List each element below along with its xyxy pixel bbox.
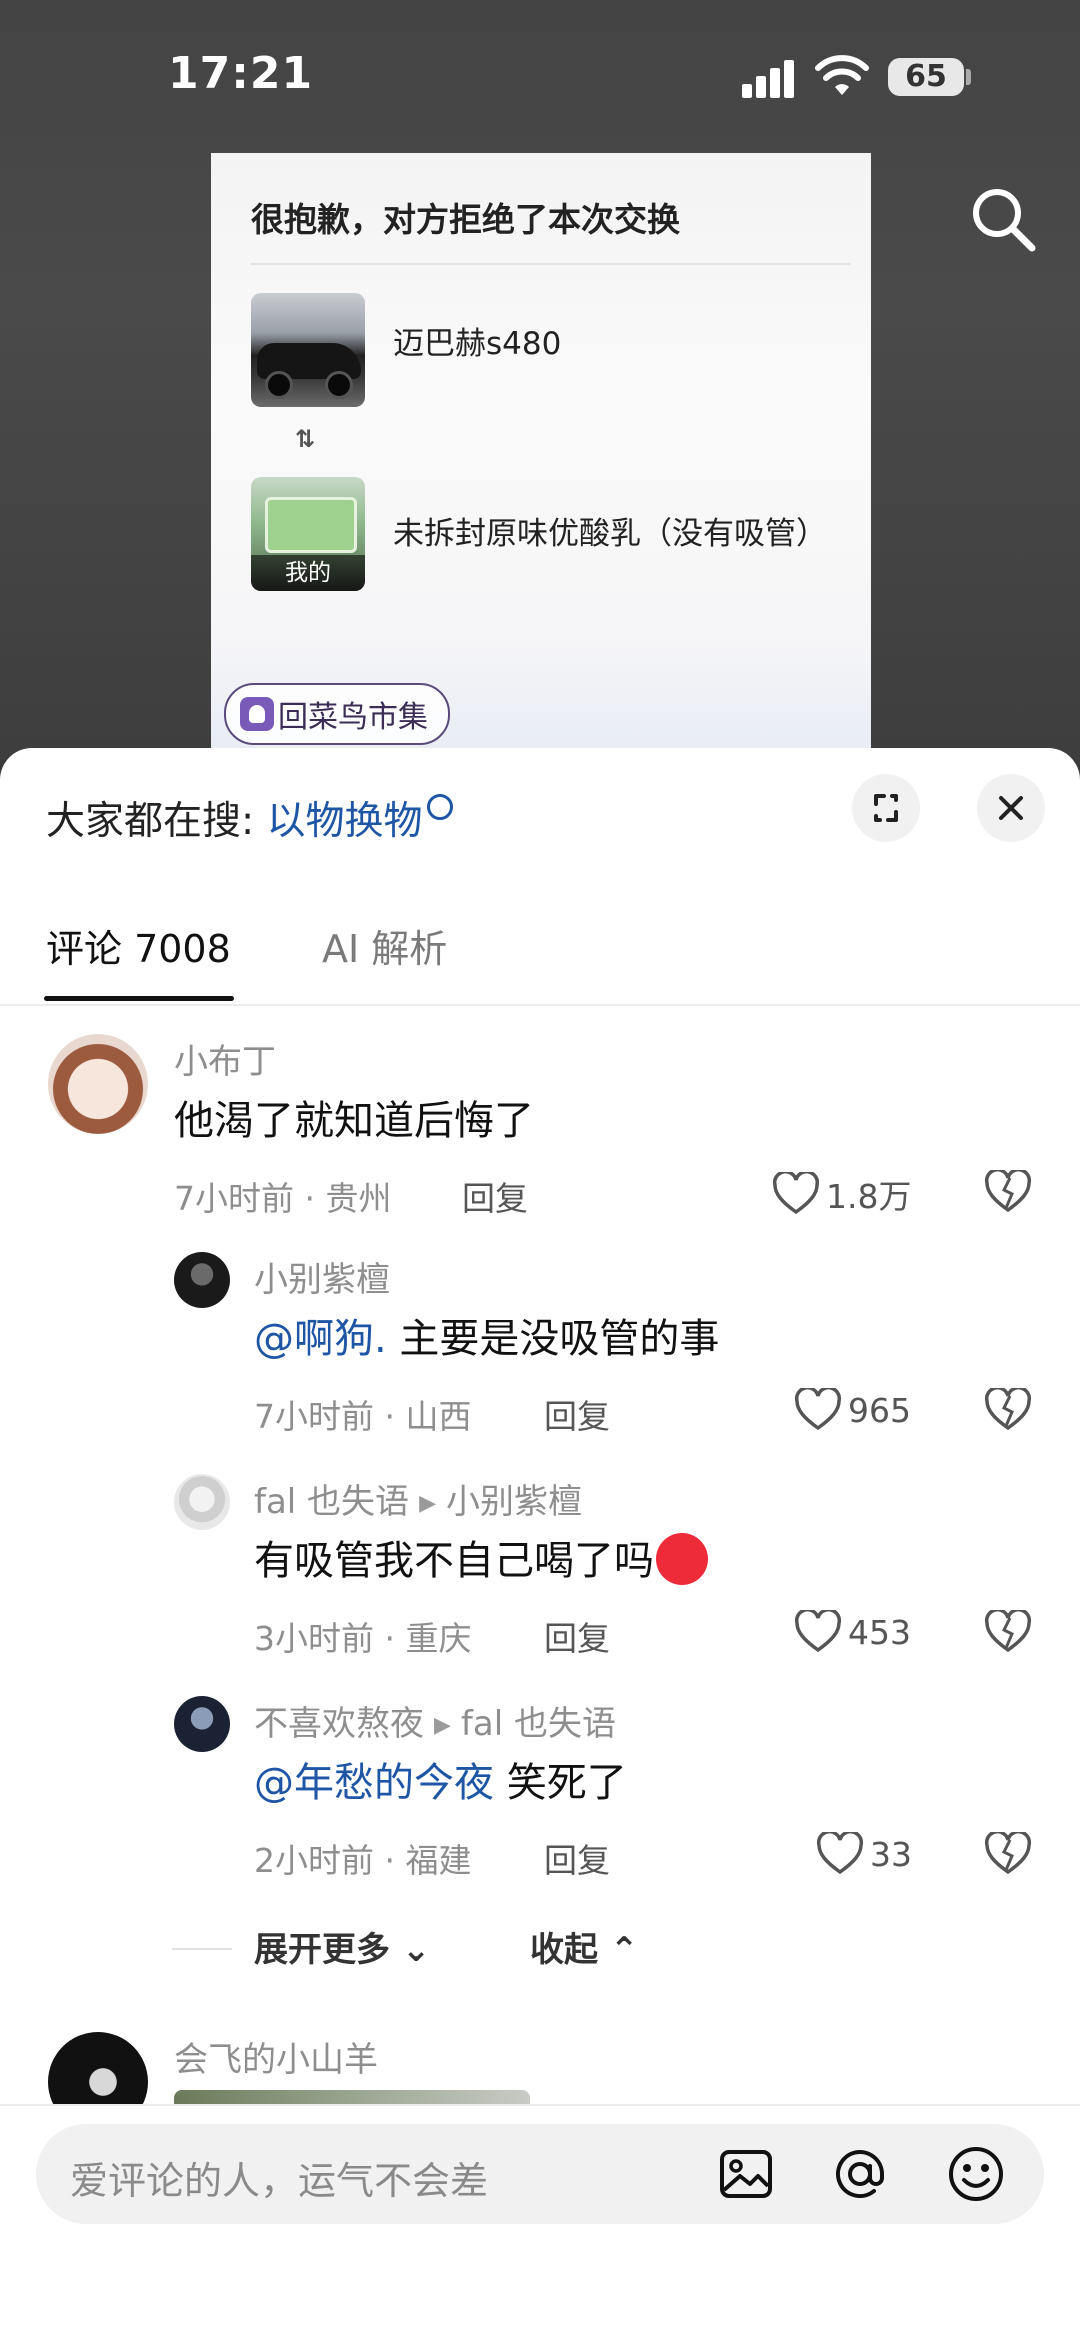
wifi-icon <box>815 55 869 95</box>
image-icon[interactable] <box>716 2144 776 2204</box>
suggestion-prefix: 大家都在搜: <box>46 799 255 844</box>
video-background[interactable]: 17:21 65 很抱歉，对方拒绝了本次交换 迈巴赫s480 ⇅ 我的 未拆封原… <box>0 0 1080 760</box>
divider <box>172 1948 232 1950</box>
exchange-result-title: 很抱歉，对方拒绝了本次交换 <box>251 200 680 239</box>
heart-icon <box>772 1172 820 1215</box>
comment-input[interactable]: 爱评论的人，运气不会差 <box>36 2124 1044 2224</box>
comment-body: 有吸管我不自己喝了吗 <box>254 1538 654 1584</box>
reply-arrow-icon: ▶ <box>419 1491 436 1516</box>
avatar[interactable] <box>48 1034 148 1134</box>
mention-link[interactable]: @啊狗. <box>254 1316 387 1362</box>
comment-username[interactable]: 小布丁 <box>174 1034 276 1083</box>
avatar[interactable] <box>174 1252 230 1308</box>
like-button[interactable]: 33 <box>816 1832 912 1876</box>
reply-button[interactable]: 回复 <box>544 1612 610 1660</box>
cellular-signal-icon <box>742 58 798 98</box>
comment-body: 主要是没吸管的事 <box>386 1316 720 1362</box>
tab-ai-analysis[interactable]: AI 解析 <box>322 918 447 973</box>
close-button[interactable] <box>977 774 1045 842</box>
comment-username: 不喜欢熬夜 ▶ fal 也失语 <box>254 1696 616 1745</box>
comment-sheet: 大家都在搜: 以物换物 评论 7008 AI 解析 小布丁 他渴了就知道后悔了 … <box>0 748 1080 2339</box>
search-small-icon <box>426 794 453 820</box>
like-button[interactable]: 965 <box>794 1388 911 1432</box>
like-count: 453 <box>848 1612 911 1652</box>
expand-icon <box>874 794 898 822</box>
dislike-icon[interactable] <box>984 1388 1032 1432</box>
reply-button[interactable]: 回复 <box>544 1834 610 1882</box>
their-item-name: 迈巴赫s480 <box>393 326 562 362</box>
exchange-result-card: 很抱歉，对方拒绝了本次交换 迈巴赫s480 ⇅ 我的 未拆封原味优酸乳（没有吸管… <box>211 153 871 753</box>
like-button[interactable]: 1.8万 <box>772 1170 911 1218</box>
like-button[interactable]: 453 <box>794 1610 911 1654</box>
dislike-icon[interactable] <box>984 1170 1032 1214</box>
close-icon <box>999 796 1023 820</box>
market-icon <box>240 697 274 731</box>
reply-author[interactable]: fal 也失语 <box>254 1482 409 1522</box>
divider <box>251 263 851 265</box>
comment-input-bar: 爱评论的人，运气不会差 <box>0 2104 1080 2341</box>
expand-more-button[interactable]: 展开更多 ⌄ <box>254 1922 430 1971</box>
reply-target[interactable]: 小别紫檀 <box>446 1482 582 1522</box>
my-item-name: 未拆封原味优酸乳（没有吸管） <box>393 516 827 552</box>
reply-target[interactable]: fal 也失语 <box>461 1704 616 1744</box>
suggestion-term[interactable]: 以物换物 <box>267 799 423 844</box>
status-time: 17:21 <box>168 48 314 99</box>
comment-meta: 2小时前 · 福建 <box>254 1841 472 1880</box>
like-count: 965 <box>848 1390 911 1430</box>
avatar[interactable] <box>174 1696 230 1752</box>
search-suggestion[interactable]: 大家都在搜: 以物换物 <box>46 790 453 846</box>
reply-arrow-icon: ▶ <box>434 1713 451 1738</box>
battery-tip <box>966 69 971 85</box>
drink-thumbnail: 我的 <box>251 477 365 591</box>
comment-text: 他渴了就知道后悔了 <box>174 1098 534 1144</box>
comment-text: @年愁的今夜 笑死了 <box>254 1750 627 1808</box>
like-count: 33 <box>870 1834 912 1874</box>
status-bar: 17:21 65 <box>0 0 1080 150</box>
avatar[interactable] <box>174 1474 230 1530</box>
reply-button[interactable]: 回复 <box>544 1390 610 1438</box>
at-icon[interactable] <box>830 2144 890 2204</box>
active-tab-indicator <box>44 996 234 1001</box>
angry-emoji-icon <box>656 1533 708 1585</box>
heart-icon <box>794 1388 842 1431</box>
comment-username[interactable]: 会飞的小山羊 <box>174 2032 378 2081</box>
expand-button[interactable] <box>852 774 920 842</box>
collapse-button[interactable]: 收起 ⌃ <box>530 1922 638 1971</box>
back-to-market-label: 回菜鸟市集 <box>278 700 428 735</box>
comment-text: 有吸管我不自己喝了吗 <box>254 1528 708 1589</box>
reply-button[interactable]: 回复 <box>462 1172 528 1220</box>
comment-text: @啊狗. 主要是没吸管的事 <box>254 1306 719 1364</box>
chevron-down-icon: ⌄ <box>401 1930 431 1970</box>
swap-icon: ⇅ <box>295 425 316 453</box>
comment-meta: 7小时前 · 山西 <box>254 1397 472 1436</box>
comment-username[interactable]: 小别紫檀 <box>254 1252 390 1301</box>
dislike-icon[interactable] <box>984 1832 1032 1876</box>
comment-body: 笑死了 <box>494 1760 627 1806</box>
expand-more-label: 展开更多 <box>254 1930 390 1970</box>
mention-link[interactable]: @年愁的今夜 <box>254 1760 494 1806</box>
back-to-market-button[interactable]: 回菜鸟市集 <box>224 683 450 745</box>
comment-meta: 3小时前 · 重庆 <box>254 1619 472 1658</box>
emoji-icon[interactable] <box>946 2144 1006 2204</box>
dislike-icon[interactable] <box>984 1610 1032 1654</box>
chevron-up-icon: ⌃ <box>609 1930 639 1970</box>
comment-input-placeholder: 爱评论的人，运气不会差 <box>70 2159 489 2203</box>
car-thumbnail <box>251 293 365 407</box>
comment-tabs: 评论 7008 AI 解析 <box>0 900 1080 1006</box>
my-item-tag: 我的 <box>251 555 365 591</box>
heart-icon <box>794 1610 842 1653</box>
comment-username: fal 也失语 ▶ 小别紫檀 <box>254 1474 582 1523</box>
reply-author[interactable]: 不喜欢熬夜 <box>254 1704 424 1744</box>
search-icon[interactable] <box>968 184 1038 254</box>
heart-icon <box>816 1832 864 1875</box>
battery-indicator: 65 <box>888 58 964 96</box>
tab-comments[interactable]: 评论 7008 <box>46 918 231 973</box>
like-count: 1.8万 <box>826 1177 912 1216</box>
comment-meta: 7小时前 · 贵州 <box>174 1179 392 1218</box>
collapse-label: 收起 <box>530 1930 598 1970</box>
